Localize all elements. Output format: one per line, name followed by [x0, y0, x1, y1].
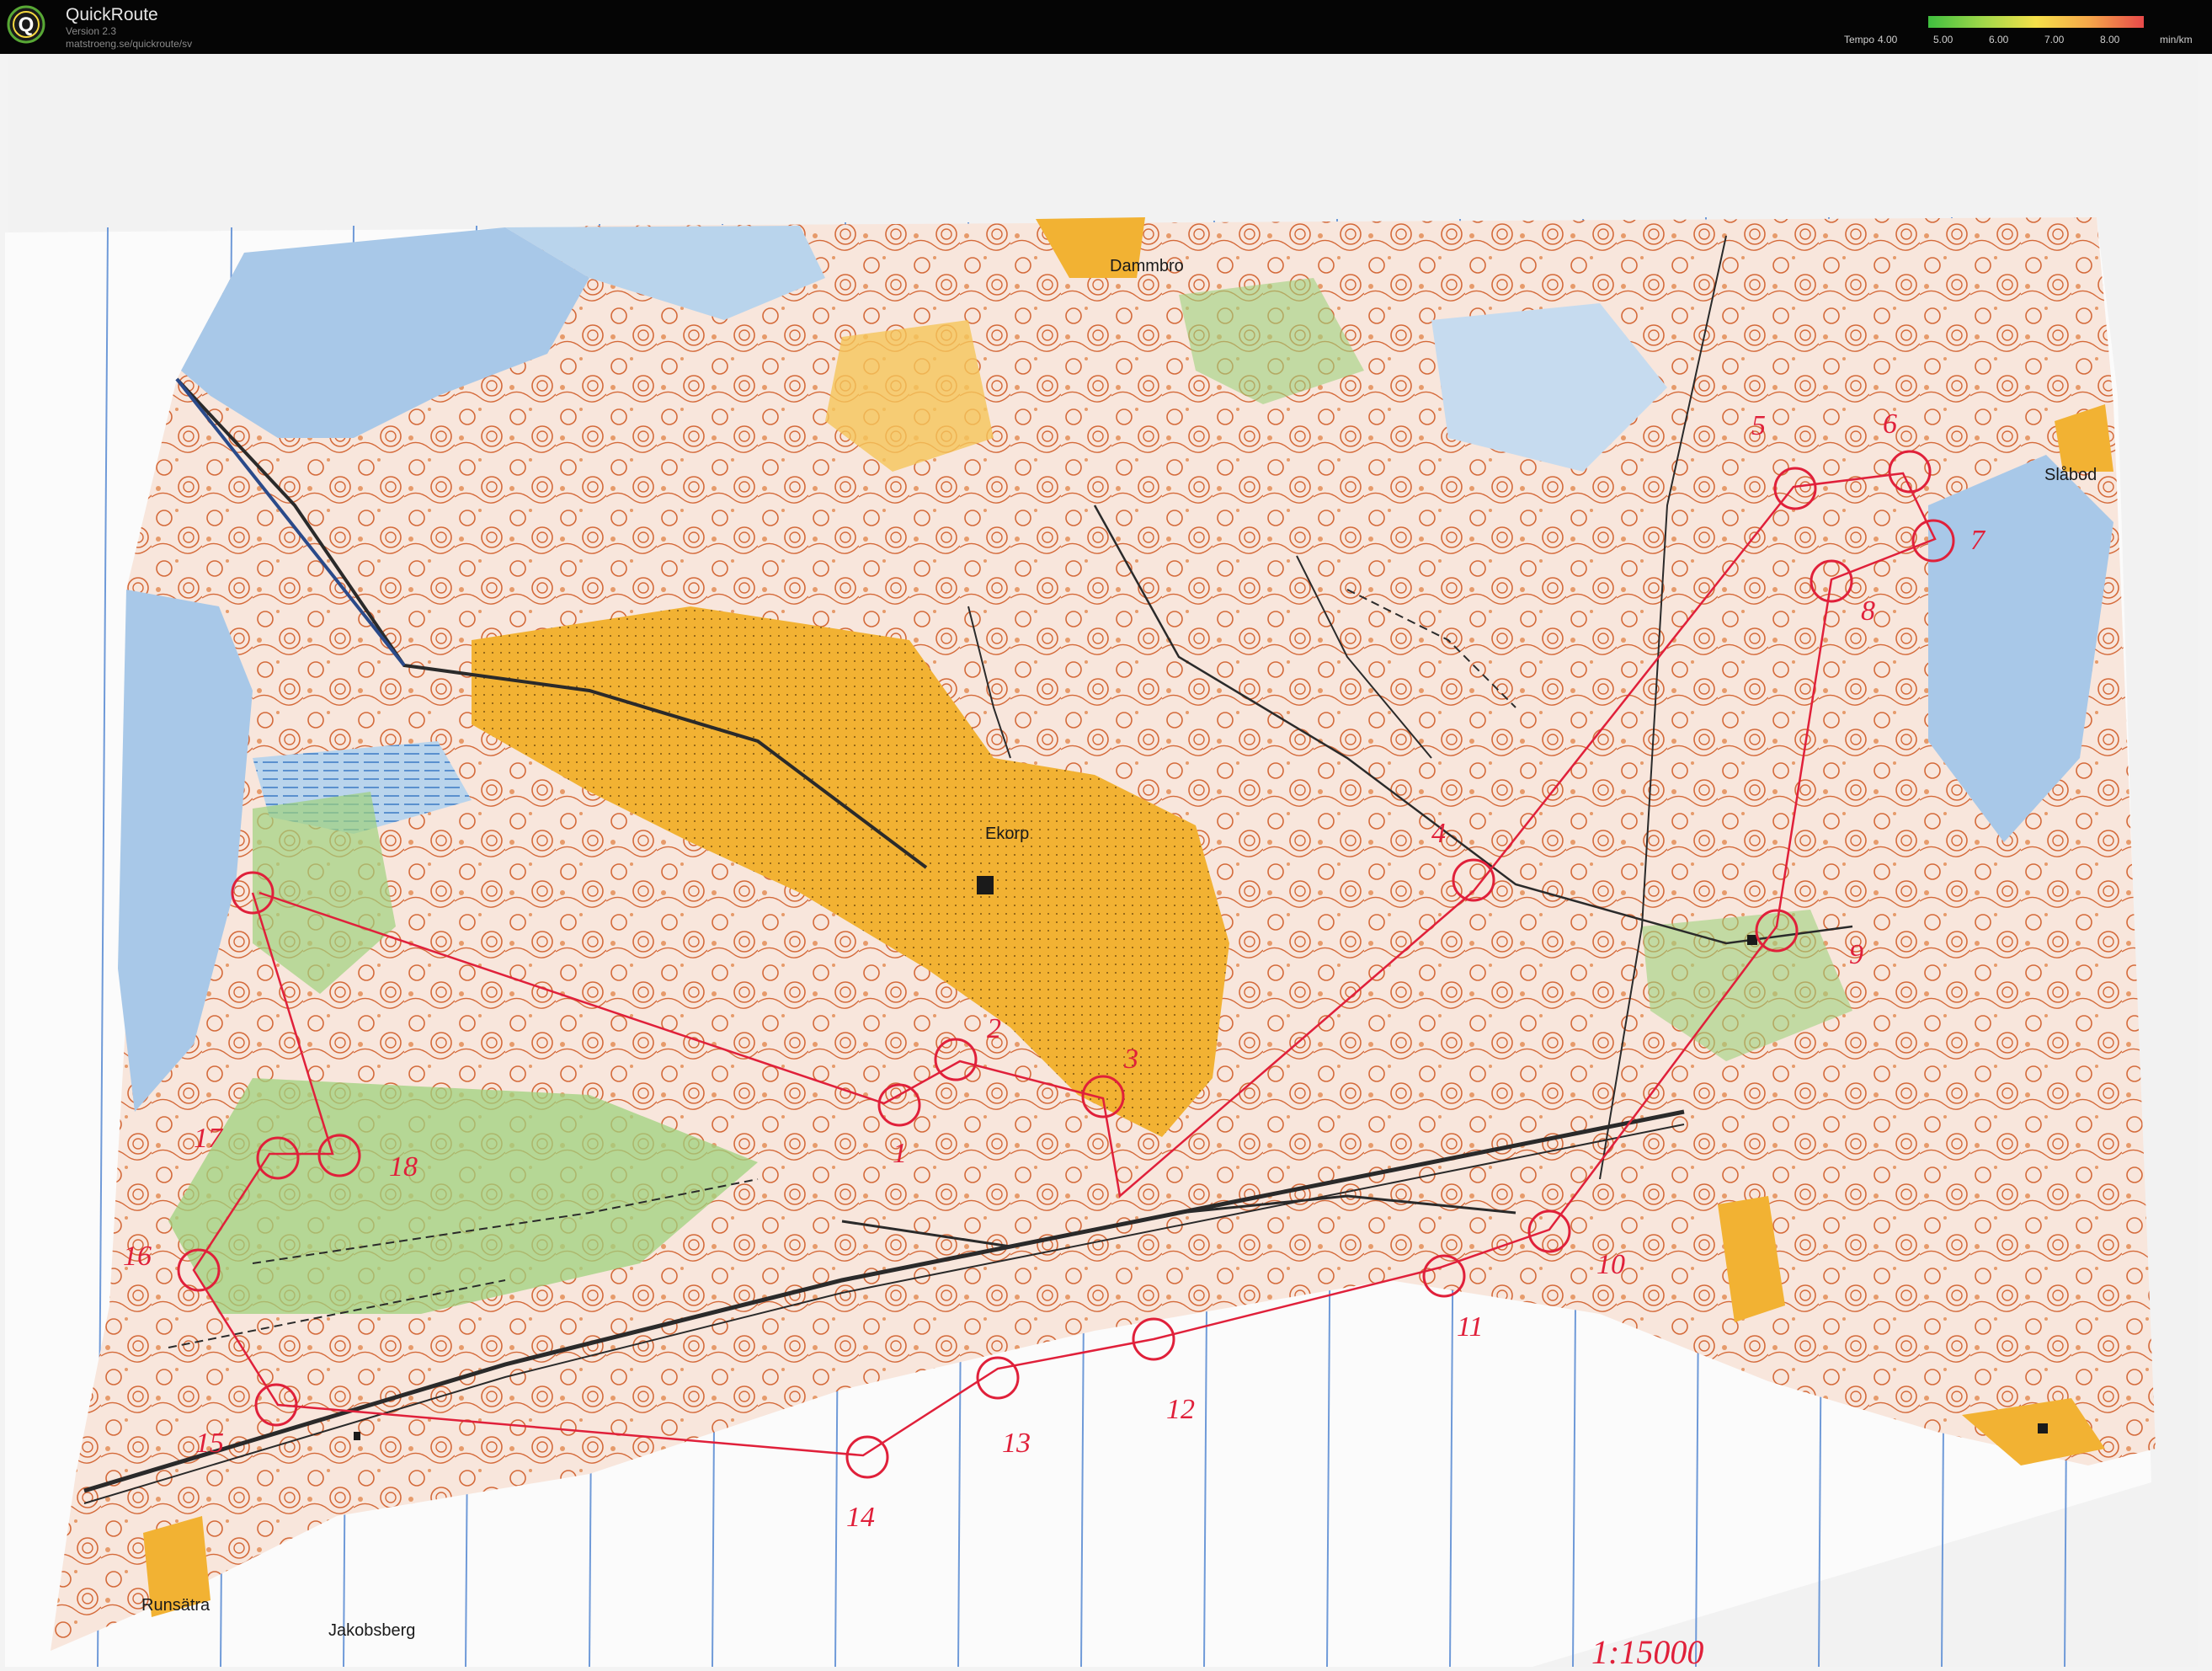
place-name-jakobsberg: Jakobsberg — [328, 1621, 415, 1640]
control-number-11: 11 — [1457, 1311, 1483, 1343]
control-number-17: 17 — [194, 1123, 224, 1154]
orienteering-map[interactable]: Dammbro Ekorp Slåbod Runsätra Jakobsberg — [0, 54, 2212, 1671]
building-south — [354, 1432, 360, 1440]
quickroute-logo: Q — [7, 5, 45, 44]
control-number-13: 13 — [1002, 1428, 1031, 1459]
tempo-label: Tempo — [1844, 34, 1875, 45]
control-number-18: 18 — [389, 1151, 418, 1183]
title-bar: Q QuickRoute Version 2.3 matstroeng.se/q… — [0, 0, 2212, 54]
scale-note: 1:15000 — [1591, 1633, 1703, 1667]
control-number-7: 7 — [1970, 525, 1986, 556]
map-viewport[interactable]: Dammbro Ekorp Slåbod Runsätra Jakobsberg — [0, 54, 2212, 1671]
place-name-dammbro: Dammbro — [1110, 257, 1184, 275]
app-name: QuickRoute — [66, 5, 158, 24]
place-name-runsatra: Runsätra — [141, 1596, 211, 1615]
tempo-color-bar — [1928, 16, 2144, 28]
control-number-12: 12 — [1166, 1394, 1195, 1425]
tempo-tick-3: 7.00 — [2044, 34, 2065, 45]
tempo-tick-0: 4.00 — [1878, 34, 1898, 45]
logo-letter: Q — [19, 13, 35, 36]
control-number-15: 15 — [195, 1428, 224, 1459]
control-number-2: 2 — [987, 1013, 1001, 1044]
tempo-tick-4: 8.00 — [2100, 34, 2120, 45]
tempo-tick-2: 6.00 — [1989, 34, 2009, 45]
place-name-slabod: Slåbod — [2044, 466, 2097, 484]
place-name-ektorp: Ekorp — [985, 825, 1029, 843]
control-number-9: 9 — [1849, 939, 1863, 970]
control-number-1: 1 — [893, 1138, 907, 1169]
control-number-6: 6 — [1883, 408, 1897, 440]
building-corner — [2038, 1423, 2048, 1433]
tempo-unit: min/km — [2160, 34, 2193, 45]
tempo-tick-1: 5.00 — [1933, 34, 1953, 45]
control-number-5: 5 — [1751, 410, 1766, 441]
control-number-4: 4 — [1431, 818, 1446, 849]
control-number-10: 10 — [1596, 1249, 1625, 1280]
control-number-14: 14 — [846, 1502, 875, 1533]
control-number-3: 3 — [1123, 1044, 1138, 1075]
app-version: Version 2.3 — [66, 25, 117, 37]
building-ektorp — [977, 876, 994, 894]
control-number-8: 8 — [1861, 595, 1875, 627]
app-url: matstroeng.se/quickroute/sv — [66, 38, 193, 50]
building-east — [1747, 935, 1757, 945]
control-number-16: 16 — [123, 1241, 152, 1272]
